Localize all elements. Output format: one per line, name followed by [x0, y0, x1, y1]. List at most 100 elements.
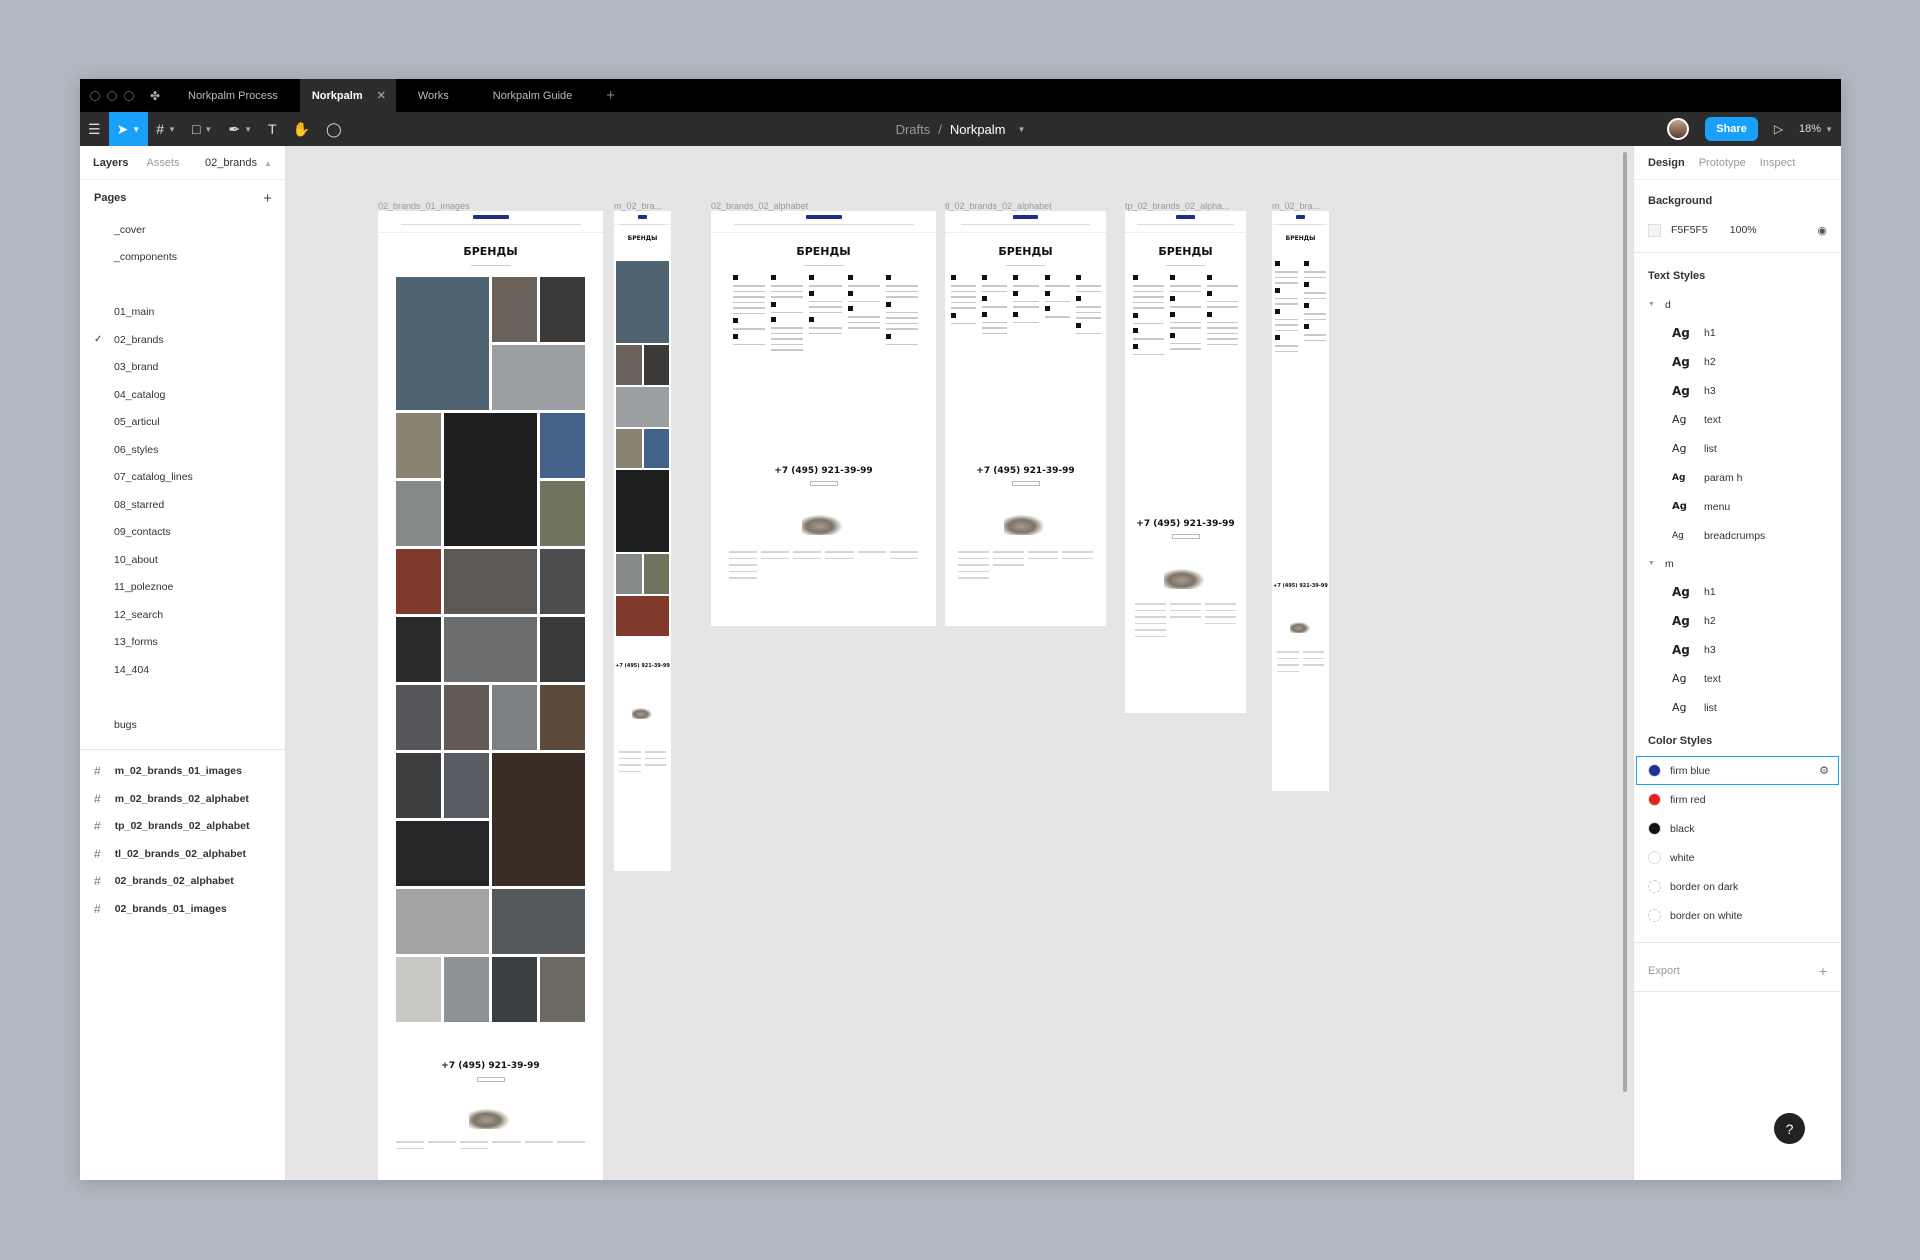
new-tab-button[interactable]: +	[594, 79, 627, 112]
page-item[interactable]: _components	[80, 244, 285, 272]
current-page-dropdown[interactable]: 02_brands ▲	[205, 157, 272, 169]
page-item[interactable]: 05_articul	[80, 409, 285, 437]
eye-icon[interactable]: ◉	[1817, 224, 1827, 237]
frame-label[interactable]: tp_02_brands_02_alpha...	[1125, 201, 1230, 211]
tab-inspect[interactable]: Inspect	[1760, 157, 1795, 169]
background-swatch[interactable]	[1648, 223, 1661, 237]
text-style-item[interactable]: Ag h2	[1634, 347, 1841, 376]
pen-tool-button[interactable]: ✒ ▼	[220, 112, 260, 146]
frame-label[interactable]: 02_brands_01_images	[378, 201, 470, 211]
text-style-item[interactable]: Ag text	[1634, 664, 1841, 693]
frame-m-02-brands-01-images[interactable]: БРЕНДЫ +7 (495) 921-39-99	[614, 211, 671, 871]
color-style-item[interactable]: firm blue ⚙	[1636, 756, 1839, 785]
zoom-dropdown[interactable]: 18% ▼	[1799, 123, 1833, 135]
close-window-button[interactable]	[90, 90, 100, 101]
page-item[interactable]: 02_brands	[80, 326, 285, 354]
background-hex[interactable]: F5F5F5	[1671, 224, 1708, 236]
hand-tool-button[interactable]: ✋	[285, 112, 318, 146]
text-style-group[interactable]: ▼ d	[1634, 291, 1841, 318]
frame-m-02-brands-02-alphabet[interactable]: БРЕНДЫ +7 (495) 921-39-99	[1272, 211, 1329, 791]
present-play-icon[interactable]: ▷	[1774, 122, 1783, 136]
tab-works[interactable]: Works	[396, 79, 471, 112]
tab-norkpalm[interactable]: Norkpalm ✕	[299, 79, 396, 112]
share-button[interactable]: Share	[1705, 117, 1758, 141]
frame-02-brands-02-alphabet[interactable]: БРЕНДЫ +7 (495) 921-39-99	[711, 211, 936, 626]
figma-logo-icon[interactable]: ✤	[144, 79, 166, 112]
text-style-item[interactable]: Ag h1	[1634, 318, 1841, 347]
page-item[interactable]: 01_main	[80, 299, 285, 327]
page-item[interactable]: 10_about	[80, 546, 285, 574]
chevron-down-icon[interactable]: ▼	[1018, 125, 1026, 134]
page-item[interactable]: 04_catalog	[80, 381, 285, 409]
text-style-item[interactable]: Ag text	[1634, 405, 1841, 434]
page-item[interactable]: 12_search	[80, 601, 285, 629]
adjust-icon[interactable]: ⚙	[1819, 764, 1829, 777]
text-style-item[interactable]: Ag menu	[1634, 492, 1841, 521]
text-tool-button[interactable]: T	[260, 112, 285, 146]
tab-layers[interactable]: Layers	[93, 157, 128, 169]
page-item[interactable]: bugs	[80, 711, 285, 739]
main-menu-icon[interactable]: ☰	[80, 112, 109, 146]
page-item[interactable]: 11_poleznoe	[80, 574, 285, 602]
frame-label[interactable]: tl_02_brands_02_alphabet	[945, 201, 1052, 211]
text-style-item[interactable]: Ag h3	[1634, 635, 1841, 664]
page-item[interactable]: 14_404	[80, 656, 285, 684]
text-style-item[interactable]: Ag list	[1634, 693, 1841, 722]
color-style-item[interactable]: firm red	[1634, 785, 1841, 814]
file-name[interactable]: Norkpalm	[950, 122, 1006, 137]
page-item[interactable]: 08_starred	[80, 491, 285, 519]
layer-frame-item[interactable]: #02_brands_01_images	[80, 895, 285, 923]
text-style-item[interactable]: Ag h1	[1634, 577, 1841, 606]
help-button[interactable]: ?	[1774, 1113, 1805, 1144]
page-item[interactable]: 09_contacts	[80, 519, 285, 547]
add-page-button[interactable]: +	[263, 190, 272, 207]
tab-norkpalm-guide[interactable]: Norkpalm Guide	[471, 79, 594, 112]
add-export-button[interactable]: +	[1819, 963, 1827, 979]
frame-tl-02-brands-02-alphabet[interactable]: БРЕНДЫ +7 (495) 921-39-99	[945, 211, 1106, 626]
comment-tool-button[interactable]: ◯	[318, 112, 350, 146]
shape-tool-button[interactable]: □ ▼	[184, 112, 220, 146]
page-item[interactable]: 06_styles	[80, 436, 285, 464]
color-style-item[interactable]: white	[1634, 843, 1841, 872]
tab-prototype[interactable]: Prototype	[1699, 157, 1746, 169]
canvas-scrollbar[interactable]	[1623, 152, 1627, 1092]
text-style-item[interactable]: Ag breadcrumps	[1634, 521, 1841, 550]
layer-frame-item[interactable]: # m_02_brands_02_alphabet	[80, 785, 285, 813]
frame-tool-button[interactable]: # ▼	[148, 112, 184, 146]
breadcrumb-drafts[interactable]: Drafts	[896, 122, 931, 137]
frame-02-brands-01-images[interactable]: БРЕНДЫ +7 (495) 921-39-99	[378, 211, 603, 1180]
background-row[interactable]: F5F5F5 100% ◉	[1634, 216, 1841, 244]
frame-label[interactable]: m_02_bra...	[614, 201, 662, 211]
page-item[interactable]: 03_brand	[80, 354, 285, 382]
canvas[interactable]: 02_brands_01_images m_02_bra... 02_brand…	[287, 146, 1633, 1180]
tab-norkpalm-process[interactable]: Norkpalm Process	[166, 79, 300, 112]
page-item[interactable]: 07_catalog_lines	[80, 464, 285, 492]
color-style-item[interactable]: border on dark	[1634, 872, 1841, 901]
layer-frame-item[interactable]: # tp_02_brands_02_alphabet	[80, 813, 285, 841]
tab-assets[interactable]: Assets	[146, 157, 179, 169]
frame-label[interactable]: 02_brands_02_alphabet	[711, 201, 808, 211]
frame-tp-02-brands-02-alphabet[interactable]: БРЕНДЫ +7 (495) 921-39-99	[1125, 211, 1246, 713]
layer-frame-item[interactable]: # tl_02_brands_02_alphabet	[80, 840, 285, 868]
color-style-item[interactable]: black	[1634, 814, 1841, 843]
text-style-item[interactable]: Ag list	[1634, 434, 1841, 463]
background-opacity[interactable]: 100%	[1730, 224, 1757, 236]
frame-label[interactable]: m_02_bra...	[1272, 201, 1320, 211]
avatar[interactable]	[1667, 118, 1690, 140]
minimize-window-button[interactable]	[107, 90, 117, 101]
layer-frame-item[interactable]: # m_02_brands_01_images	[80, 758, 285, 786]
zoom-window-button[interactable]	[124, 90, 134, 101]
page-item[interactable]: _cover	[80, 216, 285, 244]
text-style-item[interactable]: Ag h2	[1634, 606, 1841, 635]
close-tab-icon[interactable]: ✕	[377, 89, 386, 102]
layer-frame-item[interactable]: #02_brands_02_alphabet	[80, 868, 285, 896]
chevron-down-icon[interactable]: ▼	[1648, 560, 1655, 567]
text-style-item[interactable]: Ag h3	[1634, 376, 1841, 405]
color-style-item[interactable]: border on white	[1634, 901, 1841, 930]
move-tool-button[interactable]: ➤ ▼	[108, 112, 149, 146]
tab-design[interactable]: Design	[1648, 157, 1685, 169]
text-style-group[interactable]: ▼ m	[1634, 550, 1841, 577]
chevron-down-icon[interactable]: ▼	[1648, 301, 1655, 308]
page-item[interactable]: 13_forms	[80, 629, 285, 657]
text-style-item[interactable]: Ag param h	[1634, 463, 1841, 492]
